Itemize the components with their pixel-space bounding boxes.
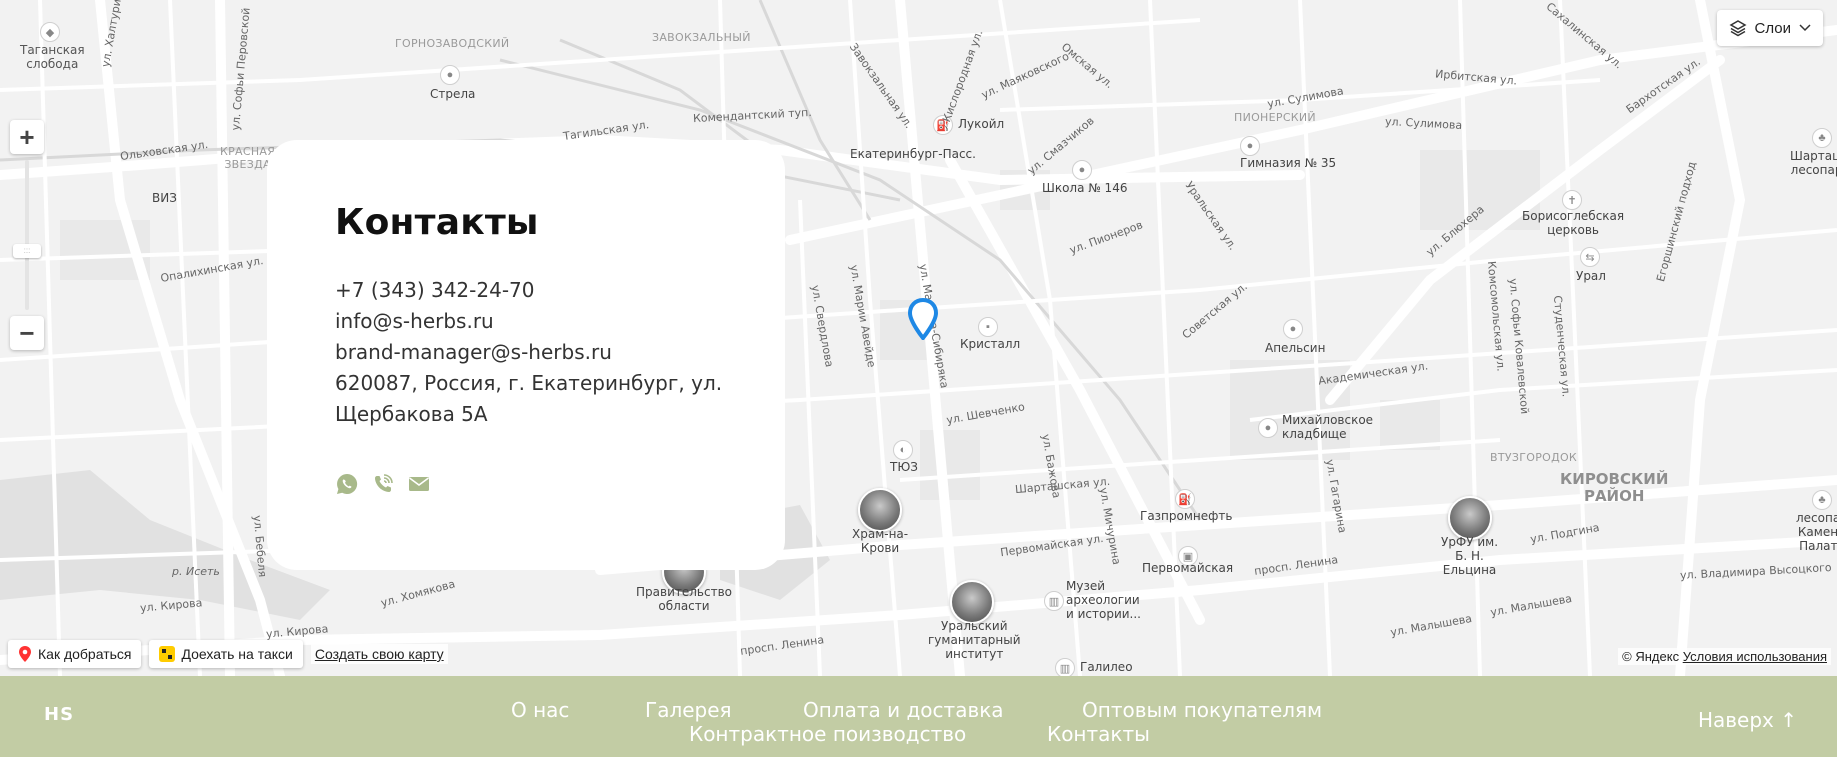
contact-icons [335, 472, 785, 496]
map-label-lukoil: Лукойл [958, 117, 1005, 131]
terms-link[interactable]: Условия использования [1683, 649, 1827, 664]
contact-brand-email[interactable]: brand-manager@s-herbs.ru [335, 337, 735, 368]
map-poi-cemetery-icon: ● [1258, 418, 1278, 438]
map-label-hram: Храм-на- Крови [852, 527, 909, 555]
zoom-in-button[interactable]: + [10, 120, 44, 154]
footer-nav-wholesale[interactable]: Оптовым покупателям [1082, 698, 1322, 722]
map-poi-apelsin-icon: ● [1283, 319, 1303, 339]
map-zoom-control: + ::: − [10, 120, 44, 350]
map-poi-strela-icon: ● [440, 65, 460, 85]
map-bottom-controls: Как добраться Доехать на такси Создать с… [8, 640, 448, 668]
map-label-kirovsky: КИРОВСКИЙ РАЙОН [1560, 470, 1669, 506]
map-poi-kamen-icon: ♣ [1812, 490, 1832, 510]
location-pin-icon[interactable] [908, 298, 938, 340]
contact-email[interactable]: info@s-herbs.ru [335, 306, 735, 337]
route-button[interactable]: Как добраться [8, 640, 142, 668]
map-label-gazprom: Газпромнефть [1140, 509, 1233, 523]
route-button-label: Как добраться [38, 646, 132, 662]
zoom-slider-track[interactable]: ::: [13, 160, 41, 310]
map-poi-hram-photo[interactable] [858, 488, 902, 532]
map-poi-taganskaya-icon: ◆ [40, 22, 60, 42]
layers-icon [1729, 20, 1747, 37]
map-label-apelsin: Апельсин [1265, 341, 1326, 355]
map-label-zavokzalny: ЗАВОКЗАЛЬНЫЙ [652, 31, 751, 44]
page: Таганская слобода ◆ ГОРНОЗАВОДСКИЙ ЗАВОКЗ… [0, 0, 1837, 757]
map-poi-kristall-icon: ▪ [978, 317, 998, 337]
footer-nav-contacts[interactable]: Контакты [1047, 722, 1150, 746]
map-label-viz: ВИЗ [152, 191, 177, 205]
map-label-shartash: Шарташлесопар [1790, 149, 1837, 177]
taxi-icon [159, 646, 176, 662]
map-label-tyuz: ТЮЗ [890, 460, 918, 474]
map-poi-urfu-photo[interactable] [1448, 496, 1492, 540]
map-label-pervomayskaya: Первомайская [1142, 561, 1234, 575]
scroll-to-top-button[interactable]: Наверх ↑ [1698, 708, 1797, 732]
chevron-down-icon [1799, 24, 1811, 32]
footer-nav-payment-delivery[interactable]: Оплата и доставка [803, 698, 1004, 722]
copyright-text: © Яндекс [1622, 649, 1680, 664]
map-copyright: © Яндекс Условия использования [1618, 648, 1831, 665]
footer-nav-gallery[interactable]: Галерея [645, 698, 732, 722]
map-label-pravitelstvo: Правительство области [636, 585, 732, 613]
map-poi-school-icon: ● [1072, 160, 1092, 180]
map-label-iset: р. Исеть [172, 565, 220, 578]
map-poi-gazprom-icon: ⛽ [1175, 489, 1195, 509]
whatsapp-icon[interactable] [335, 472, 359, 496]
map-label-ural: Урал [1576, 269, 1606, 283]
map-label-ugi: Уральский гуманитарный институт [928, 619, 1021, 661]
taxi-button[interactable]: Доехать на такси [149, 640, 303, 668]
map-label-taganskaya: Таганская слобода [20, 43, 85, 71]
taxi-button-label: Доехать на такси [181, 646, 293, 662]
map-label-strela: Стрела [430, 87, 476, 101]
map-layers-label: Слои [1754, 19, 1791, 37]
zoom-slider-handle[interactable]: ::: [13, 244, 41, 258]
map-label-gornozavodsky: ГОРНОЗАВОДСКИЙ [395, 37, 510, 50]
footer: HS О нас Галерея Оплата и доставка Оптов… [0, 676, 1837, 757]
map-poi-shartash-icon: ♣ [1812, 128, 1832, 148]
viber-icon[interactable] [371, 472, 395, 496]
mail-icon[interactable] [407, 472, 431, 496]
route-pin-icon [19, 646, 31, 662]
map-label-kamen: лесопарКаменнПалатк [1796, 511, 1837, 553]
map-label-vtuzgorodok: ВТУЗГОРОДОК [1490, 451, 1578, 464]
footer-nav-contract-production[interactable]: Контрактное поизводство [689, 722, 966, 746]
map-poi-gimnaziya-icon: ● [1240, 136, 1260, 156]
map-poi-galileo-icon: ▥ [1055, 658, 1075, 676]
contact-phone[interactable]: +7 (343) 342-24-70 [335, 275, 735, 306]
map-label-gimnaziya: Гимназия № 35 [1240, 156, 1337, 170]
map-label-urfu: УрФУ им. Б. Н. Ельцина [1441, 535, 1499, 577]
map-label-pionersky: ПИОНЕРСКИЙ [1234, 111, 1316, 124]
map-label-mikhailovskoe: Михайловское кладбище [1282, 413, 1374, 441]
contact-address: 620087, Россия, г. Екатеринбург, ул. Щер… [335, 371, 723, 426]
contacts-card: Контакты +7 (343) 342-24-70 info@s-herbs… [267, 140, 785, 570]
map-poi-ural-icon: ⇆ [1580, 247, 1600, 267]
map-label-muzey: Музей археологии и истории... [1066, 579, 1141, 621]
map-label-ekb-pass: Екатеринбург-Пасс. [850, 147, 976, 161]
map-label-kristall: Кристалл [960, 337, 1021, 351]
map-layers-button[interactable]: Слои [1716, 10, 1823, 46]
map-label-galileo: Галилео [1080, 660, 1133, 674]
map-label-shkola: Школа № 146 [1042, 181, 1128, 195]
create-map-link[interactable]: Создать свою карту [310, 644, 448, 664]
map-poi-muzey-icon: ▥ [1044, 591, 1064, 611]
map-poi-tyuz-icon: ◐ [893, 440, 913, 460]
footer-logo[interactable]: HS [44, 704, 74, 725]
footer-nav-about[interactable]: О нас [511, 698, 569, 722]
contacts-title: Контакты [335, 202, 539, 243]
map-poi-ugi-photo[interactable] [950, 580, 994, 624]
zoom-out-button[interactable]: − [10, 316, 44, 350]
map-poi-church-icon: ✝ [1562, 190, 1582, 210]
map-label-borisoglebskaya: Борисоглебская церковь [1522, 209, 1625, 237]
